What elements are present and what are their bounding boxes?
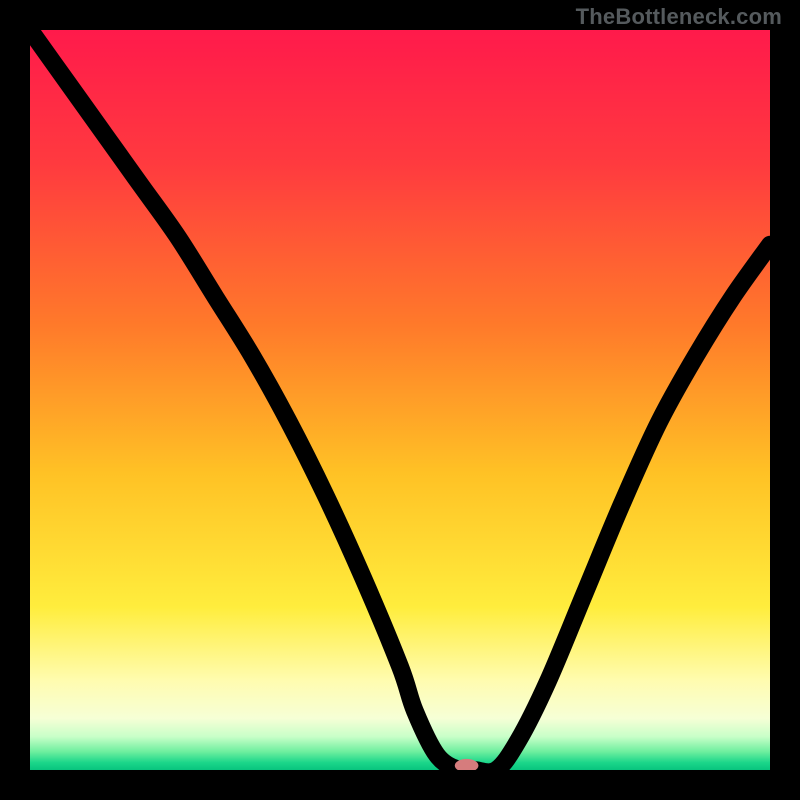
watermark-text: TheBottleneck.com xyxy=(576,4,782,30)
plot-area xyxy=(30,30,770,770)
chart-svg xyxy=(30,30,770,770)
chart-frame: TheBottleneck.com xyxy=(0,0,800,800)
